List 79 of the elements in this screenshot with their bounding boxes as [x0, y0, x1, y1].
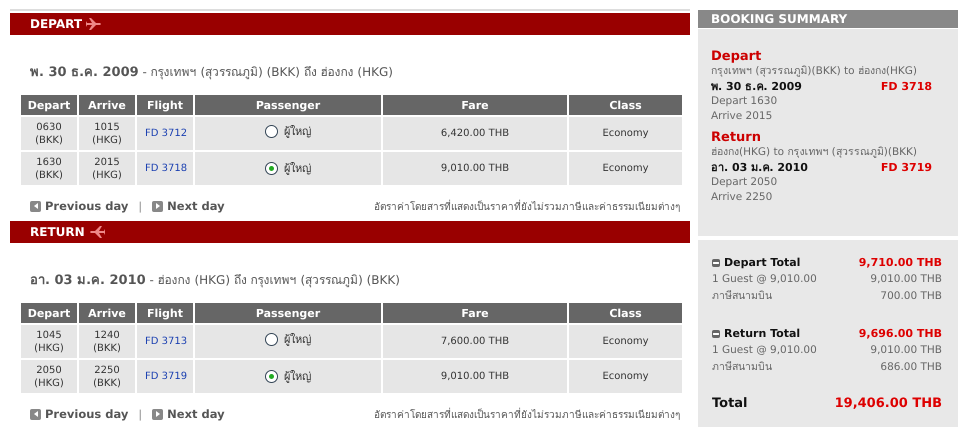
total-amount: 9,696.00 THB: [858, 326, 942, 342]
column-header: Depart: [21, 303, 77, 323]
table-cell: 0630 (BKK): [21, 117, 77, 150]
column-header: Class: [569, 95, 682, 115]
table-cell: Economy: [569, 117, 682, 150]
radio-button[interactable]: [265, 162, 278, 175]
column-header: Arrive: [79, 303, 135, 323]
separator: |: [138, 200, 142, 212]
leg-arrive-time: Arrive 2250: [711, 190, 774, 205]
table-cell: 2050 (HKG): [21, 360, 77, 393]
radio-button[interactable]: [265, 333, 278, 346]
column-header: Arrive: [79, 95, 135, 115]
table-cell: 7,600.00 THB: [383, 325, 567, 358]
flight-date-route: พ. 30 ธ.ค. 2009 - กรุงเทพฯ (สุวรรณภูมิ) (BKK) ถึง ฮ่องกง (HKG): [30, 65, 393, 79]
previous-day-link[interactable]: Previous day: [45, 407, 128, 421]
line-label: ภาษีสนามบิน: [712, 289, 772, 304]
flight-date-route: อา. 03 ม.ค. 2010 - ฮ่องกง (HKG) ถึง กรุงเทพฯ (สุวรรณภูมิ) (BKK): [30, 273, 400, 287]
line-amount: 9,010.00 THB: [870, 343, 942, 358]
summary-title: BOOKING SUMMARY: [711, 12, 848, 26]
section-title: DEPART: [30, 17, 82, 31]
line-label: 1 Guest @ 9,010.00: [712, 272, 817, 287]
leg-route: กรุงเทพฯ (สุวรรณภูมิ)(BKK) to ฮ่องกง(HKG): [711, 64, 918, 79]
table-cell: 2250 (BKK): [79, 360, 135, 393]
table-cell: 1630 (BKK): [21, 152, 77, 185]
table-cell: 2015 (HKG): [79, 152, 135, 185]
plane-icon: [88, 225, 105, 239]
leg-depart-time: Depart 2050: [711, 175, 778, 190]
leg-date: อา. 03 ม.ค. 2010: [711, 160, 808, 175]
previous-day-link[interactable]: Previous day: [45, 199, 128, 213]
grand-total-label: Total: [712, 396, 748, 411]
line-label: 1 Guest @ 9,010.00: [712, 343, 817, 358]
collapse-icon[interactable]: [712, 258, 720, 266]
total-label: Return Total: [724, 326, 800, 342]
leg-depart-time: Depart 1630: [711, 94, 778, 109]
grand-total-amount: 19,406.00 THB: [834, 396, 942, 411]
leg-flight: FD 3719: [880, 160, 932, 175]
leg-route: ฮ่องกง(HKG) to กรุงเทพฯ (สุวรรณภูมิ)(BKK): [711, 145, 918, 160]
passenger-label: ผู้ใหญ่: [284, 125, 311, 138]
column-header: Fare: [383, 95, 567, 115]
passenger-label: ผู้ใหญ่: [284, 370, 311, 383]
total-label: Depart Total: [724, 255, 800, 271]
passenger-label: ผู้ใหญ่: [284, 333, 311, 346]
table-cell: Economy: [569, 152, 682, 185]
column-header: Fare: [383, 303, 567, 323]
next-day-link[interactable]: Next day: [167, 199, 225, 213]
leg-date: พ. 30 ธ.ค. 2009: [711, 79, 802, 94]
next-day-link[interactable]: Next day: [167, 407, 225, 421]
column-header: Class: [569, 303, 682, 323]
collapse-icon[interactable]: [712, 330, 720, 338]
table-cell: Economy: [569, 325, 682, 358]
plane-icon: [86, 17, 102, 31]
table-cell: 1045 (HKG): [21, 325, 77, 358]
leg-arrive-time: Arrive 2015: [711, 109, 774, 124]
table-cell: Economy: [569, 360, 682, 393]
fare-note: อัตราค่าโดยสารที่แสดงเป็นราคาที่ยังไม่รวมภาษีและค่าธรรมเนียมต่างๆ: [374, 406, 680, 422]
separator: |: [138, 408, 142, 420]
column-header: Passenger: [195, 95, 381, 115]
column-header: Flight: [137, 95, 193, 115]
line-label: ภาษีสนามบิน: [712, 360, 772, 375]
leg-flight: FD 3718: [880, 79, 932, 94]
column-header: Depart: [21, 95, 77, 115]
table-cell: 1240 (BKK): [79, 325, 135, 358]
table-cell: 9,010.00 THB: [383, 360, 567, 393]
radio-button[interactable]: [265, 370, 278, 383]
table-cell: 1015 (HKG): [79, 117, 135, 150]
table-cell: 6,420.00 THB: [383, 117, 567, 150]
total-amount: 9,710.00 THB: [858, 255, 942, 271]
column-header: Flight: [137, 303, 193, 323]
leg-heading: Return: [711, 130, 762, 145]
passenger-label: ผู้ใหญ่: [284, 162, 311, 175]
radio-button[interactable]: [265, 125, 278, 138]
table-cell: 9,010.00 THB: [383, 152, 567, 185]
leg-heading: Depart: [711, 49, 762, 64]
fare-note: อัตราค่าโดยสารที่แสดงเป็นราคาที่ยังไม่รวมภาษีและค่าธรรมเนียมต่างๆ: [374, 198, 680, 214]
column-header: Passenger: [195, 303, 381, 323]
section-title: RETURN: [30, 225, 85, 239]
line-amount: 686.00 THB: [880, 360, 942, 375]
line-amount: 700.00 THB: [880, 289, 942, 304]
line-amount: 9,010.00 THB: [870, 272, 942, 287]
